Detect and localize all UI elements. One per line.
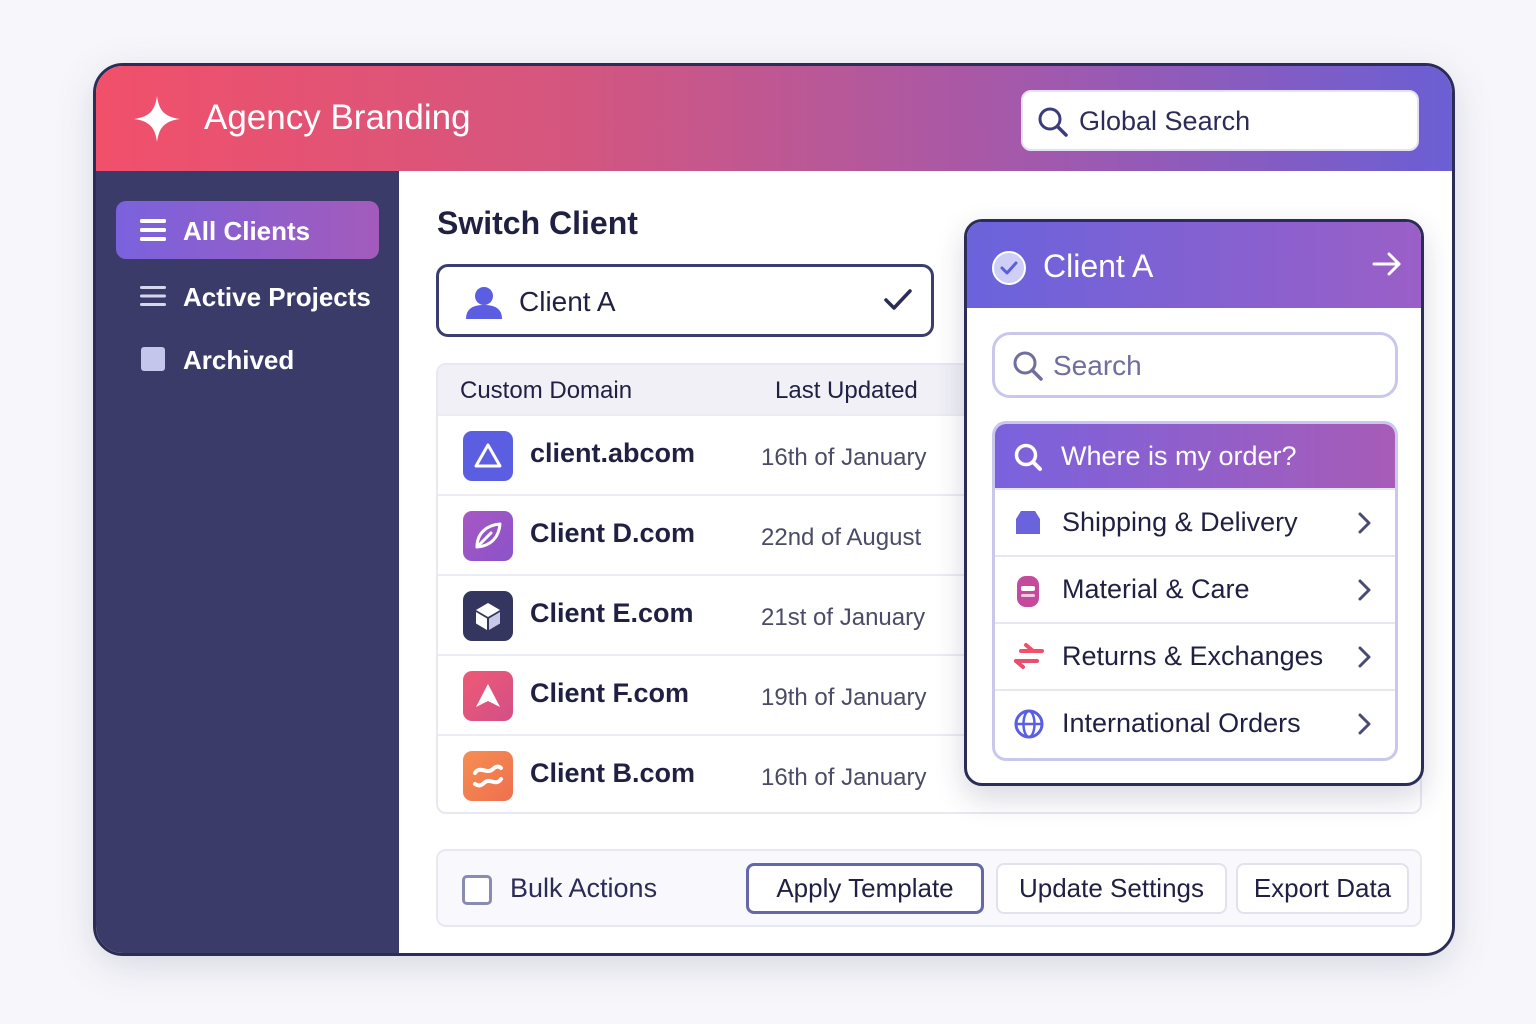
column-header-updated: Last Updated bbox=[775, 377, 918, 404]
search-icon bbox=[1038, 107, 1068, 137]
last-updated: 22nd of August bbox=[761, 524, 922, 551]
last-updated: 16th of January bbox=[761, 764, 927, 791]
sidebar-item-active-projects[interactable]: Active Projects bbox=[116, 267, 379, 325]
faq-item-returns[interactable]: Returns & Exchanges bbox=[995, 622, 1395, 689]
sidebar-item-all-clients[interactable]: All Clients bbox=[116, 201, 379, 259]
popup-client-title: Client A bbox=[1043, 248, 1154, 284]
selected-client-label: Client A bbox=[519, 286, 616, 317]
faq-title: Where is my order? bbox=[1061, 441, 1297, 471]
sparkle-logo-icon bbox=[134, 96, 180, 142]
chevron-right-icon bbox=[1358, 713, 1371, 735]
domain-name: Client B.com bbox=[530, 758, 696, 788]
faq-item-material[interactable]: Material & Care bbox=[995, 555, 1395, 622]
bulk-actions-label: Bulk Actions bbox=[510, 873, 658, 903]
client-select-dropdown[interactable]: Client A bbox=[436, 264, 934, 337]
apply-template-button[interactable]: Apply Template bbox=[746, 863, 984, 914]
checkmark-icon bbox=[884, 289, 912, 310]
chevron-right-icon bbox=[1358, 646, 1371, 668]
sidebar: All Clients Active Projects Archived bbox=[96, 171, 399, 953]
header-bar: Agency Branding bbox=[96, 66, 1452, 171]
triangle-icon bbox=[463, 431, 513, 481]
search-icon bbox=[1014, 443, 1042, 471]
archive-square-icon bbox=[141, 347, 165, 371]
last-updated: 19th of January bbox=[761, 684, 927, 711]
wave-icon bbox=[463, 751, 513, 801]
brand-title: Agency Branding bbox=[204, 98, 471, 137]
bulk-actions-bar: Bulk Actions Apply Template Update Setti… bbox=[436, 849, 1422, 927]
faq-item-international[interactable]: International Orders bbox=[995, 689, 1395, 756]
global-search-input[interactable] bbox=[1079, 100, 1399, 142]
last-updated: 16th of January bbox=[761, 444, 927, 471]
menu-icon bbox=[140, 219, 166, 241]
user-icon bbox=[466, 287, 502, 319]
client-popup: Client A Where is my order? Shipping & D… bbox=[964, 219, 1424, 786]
search-icon bbox=[1013, 351, 1043, 381]
export-data-button[interactable]: Export Data bbox=[1236, 863, 1409, 914]
sidebar-item-label: Active Projects bbox=[183, 282, 371, 312]
sidebar-item-label: Archived bbox=[183, 345, 295, 375]
sidebar-item-archived[interactable]: Archived bbox=[116, 330, 379, 388]
domain-name: client.abcom bbox=[530, 438, 696, 468]
popup-search[interactable] bbox=[992, 332, 1398, 398]
exchange-icon bbox=[1014, 643, 1044, 669]
check-circle-icon bbox=[992, 251, 1026, 285]
domain-name: Client E.com bbox=[530, 598, 694, 628]
menu-icon bbox=[140, 286, 166, 306]
faq-item-label: Material & Care bbox=[1062, 574, 1250, 604]
faq-item-label: International Orders bbox=[1062, 708, 1301, 738]
last-updated: 21st of January bbox=[761, 604, 926, 631]
bottle-icon bbox=[1017, 576, 1039, 607]
popup-search-input[interactable] bbox=[1053, 345, 1373, 387]
faq-header[interactable]: Where is my order? bbox=[995, 424, 1395, 488]
leaf-icon bbox=[463, 511, 513, 561]
cube-icon bbox=[463, 591, 513, 641]
switch-client-title: Switch Client bbox=[437, 205, 638, 241]
global-search[interactable] bbox=[1021, 90, 1419, 151]
chevron-right-icon bbox=[1358, 579, 1371, 601]
popup-header[interactable]: Client A bbox=[967, 222, 1421, 308]
domain-name: Client D.com bbox=[530, 518, 696, 548]
domain-name: Client F.com bbox=[530, 678, 690, 708]
sidebar-item-label: All Clients bbox=[183, 216, 311, 246]
chevron-right-icon bbox=[1358, 512, 1371, 534]
column-header-domain: Custom Domain bbox=[460, 377, 633, 404]
faq-item-label: Shipping & Delivery bbox=[1062, 507, 1298, 537]
box-icon bbox=[1016, 511, 1040, 534]
update-settings-button[interactable]: Update Settings bbox=[996, 863, 1227, 914]
arrow-right-icon[interactable] bbox=[1371, 248, 1403, 280]
faq-item-label: Returns & Exchanges bbox=[1062, 641, 1324, 671]
globe-icon bbox=[1014, 709, 1044, 739]
faq-list: Where is my order? Shipping & Delivery M… bbox=[992, 421, 1398, 761]
faq-item-shipping[interactable]: Shipping & Delivery bbox=[995, 488, 1395, 555]
bulk-select-checkbox[interactable] bbox=[462, 875, 492, 905]
arrow-up-icon bbox=[463, 671, 513, 721]
